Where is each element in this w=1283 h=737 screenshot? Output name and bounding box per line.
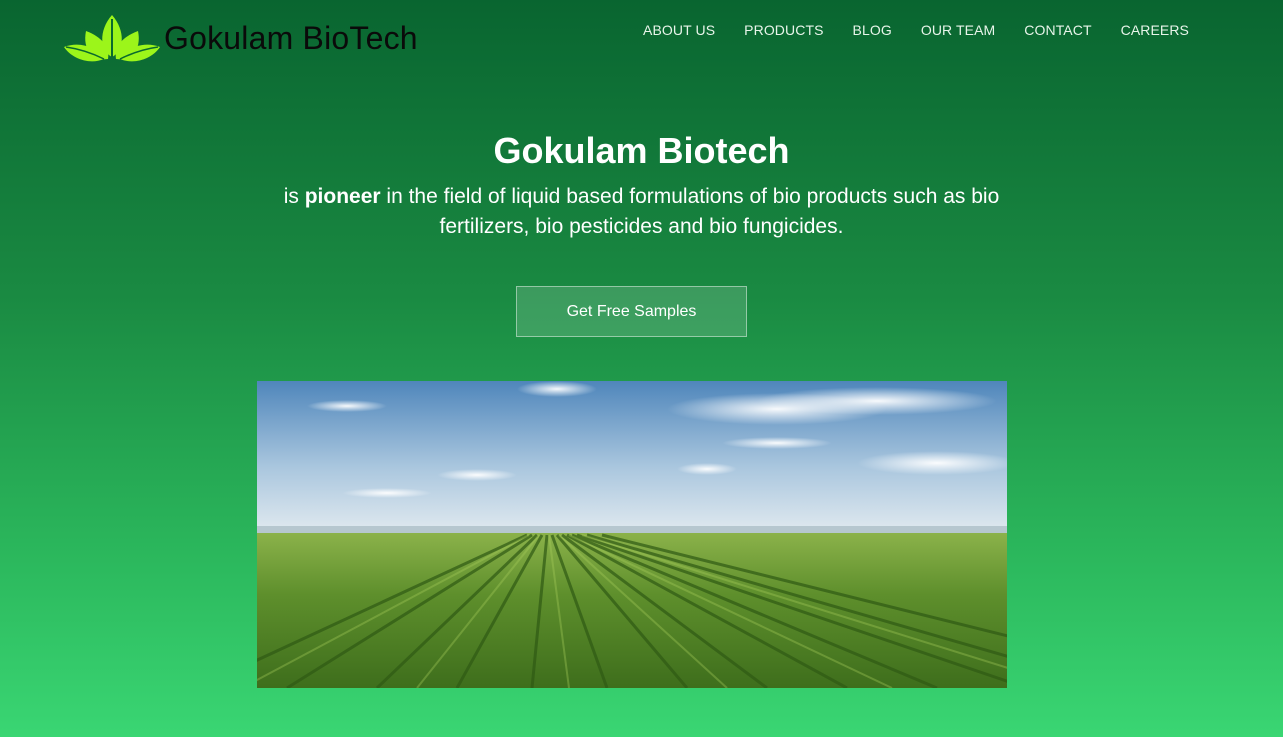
site-logo[interactable]: Gokulam BioTech [64,12,418,64]
hero-subtitle: is pioneer in the field of liquid based … [272,182,1012,242]
subtitle-prefix: is [283,185,305,208]
logo-text: Gokulam BioTech [164,19,418,56]
nav-careers[interactable]: CAREERS [1121,22,1189,38]
nav-our-team[interactable]: OUR TEAM [921,22,995,38]
hero-section: Gokulam Biotech is pioneer in the field … [0,128,1283,242]
subtitle-rest: in the field of liquid based formulation… [380,185,1000,238]
hero-title: Gokulam Biotech [493,130,790,171]
nav-products[interactable]: PRODUCTS [744,22,823,38]
subtitle-bold: pioneer [304,185,381,208]
nav-blog[interactable]: BLOG [853,22,892,38]
nav-contact[interactable]: CONTACT [1024,22,1091,38]
main-nav: ABOUT US PRODUCTS BLOG OUR TEAM CONTACT … [643,22,1189,38]
farm-field-image [257,381,1007,688]
nav-about-us[interactable]: ABOUT US [643,22,715,38]
get-free-samples-button[interactable]: Get Free Samples [516,286,747,337]
three-leaves-icon [64,15,160,62]
